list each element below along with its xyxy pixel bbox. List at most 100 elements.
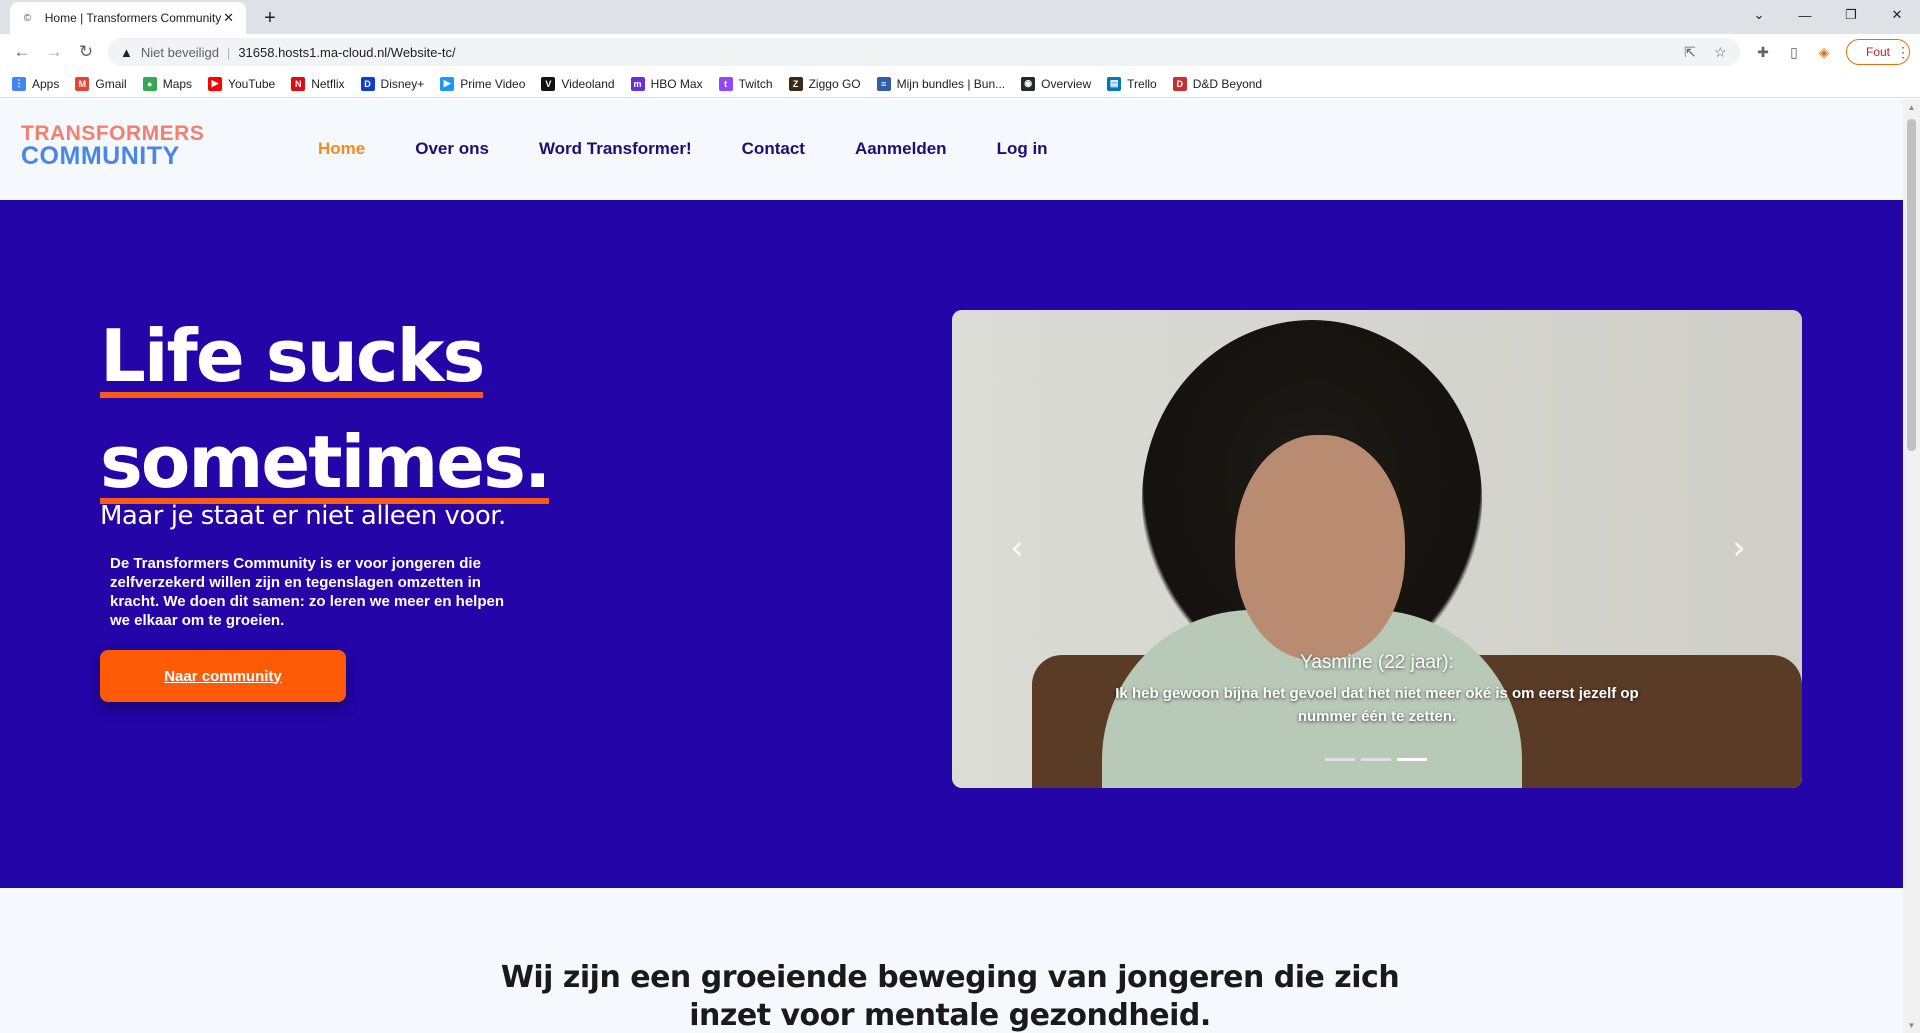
browser-tab[interactable]: © Home | Transformers Community ✕: [10, 2, 246, 34]
bundles-icon: ≡: [876, 76, 891, 91]
scrollbar-thumb[interactable]: [1907, 119, 1916, 451]
carousel-indicator-2[interactable]: [1361, 758, 1391, 761]
prime-video-icon: ▶: [440, 76, 455, 91]
side-panel-icon[interactable]: ▯: [1783, 41, 1805, 63]
minimize-button[interactable]: —: [1782, 0, 1828, 30]
carousel-indicator-3[interactable]: [1397, 758, 1427, 761]
back-arrow-icon[interactable]: ←: [10, 40, 34, 64]
reload-icon[interactable]: ↻: [74, 40, 98, 64]
security-label[interactable]: Niet beveiligd: [141, 45, 219, 60]
bookmark-apps-grid[interactable]: ⋮ Apps: [12, 76, 60, 91]
carousel-indicators: [1325, 758, 1433, 761]
hero-subheadline: Maar je staat er niet alleen voor.: [100, 501, 506, 531]
ziggo-go-icon: Z: [788, 76, 803, 91]
carousel-next-chevron-icon[interactable]: ›: [1724, 528, 1754, 568]
address-bar[interactable]: ▲ Niet beveiligd | 31658.hosts1.ma-cloud…: [108, 38, 1740, 66]
github-icon: ◉: [1021, 76, 1036, 91]
url-text[interactable]: 31658.hosts1.ma-cloud.nl/Website-tc/: [238, 45, 455, 60]
twitch-icon: t: [718, 76, 733, 91]
hero-headline-line-1: Life sucks: [100, 314, 485, 398]
bookmark-label: Ziggo GO: [808, 76, 861, 91]
tab-title: Home | Transformers Community: [44, 11, 222, 25]
bookmark-trello[interactable]: ▤ Trello: [1107, 76, 1157, 91]
bookmark-hbo-max[interactable]: m HBO Max: [630, 76, 703, 91]
hbo-max-icon: m: [630, 76, 645, 91]
hero-headline-line-2: sometimes.: [100, 420, 551, 504]
tab-search-chevron-icon[interactable]: ⌄: [1736, 0, 1782, 30]
naar-community-button[interactable]: Naar community: [100, 650, 346, 702]
nav-home[interactable]: Home: [318, 139, 365, 159]
bookmark-label: HBO Max: [650, 76, 703, 91]
new-tab-button[interactable]: +: [256, 4, 284, 32]
bookmark-label: Apps: [32, 76, 60, 91]
bookmark-maps[interactable]: ● Maps: [142, 76, 193, 91]
scroll-down-arrow-icon[interactable]: ▼: [1903, 1017, 1920, 1033]
photo-face: [1235, 435, 1405, 660]
bookmark-label: Netflix: [311, 76, 345, 91]
videoland-icon: V: [541, 76, 556, 91]
bookmark-twitch[interactable]: t Twitch: [718, 76, 773, 91]
testimonial-carousel: ‹ › Yasmine (22 jaar): Ik heb gewoon bij…: [952, 310, 1802, 788]
bookmark-label: Prime Video: [460, 76, 526, 91]
bookmark-label: Twitch: [738, 76, 773, 91]
share-icon[interactable]: ⇱: [1684, 44, 1696, 61]
browser-tab-bar: © Home | Transformers Community ✕ + ⌄ — …: [0, 0, 1920, 34]
bookmark-label: Gmail: [95, 76, 127, 91]
warning-triangle-icon: ▲: [120, 44, 133, 60]
carousel-indicator-1[interactable]: [1325, 758, 1355, 761]
bookmark-bundles[interactable]: ≡ Mijn bundles | Bun...: [876, 76, 1006, 91]
bookmark-label: Maps: [162, 76, 193, 91]
scroll-up-arrow-icon[interactable]: ▲: [1903, 99, 1920, 115]
youtube-icon: ▶: [208, 76, 223, 91]
nav-log-in[interactable]: Log in: [997, 139, 1048, 159]
browser-toolbar: ← → ↻ ▲ Niet beveiligd | 31658.hosts1.ma…: [0, 34, 1920, 70]
hero-body-text: De Transformers Community is er voor jon…: [110, 555, 504, 629]
bookmark-gmail[interactable]: M Gmail: [75, 76, 127, 91]
bookmark-ziggo-go[interactable]: Z Ziggo GO: [788, 76, 861, 91]
logo-line-2: COMMUNITY: [21, 142, 180, 170]
bookmark-star-icon[interactable]: ☆: [1714, 44, 1727, 61]
bookmark-disney[interactable]: D Disney+: [360, 76, 424, 91]
site-favicon-icon: ©: [23, 12, 32, 24]
nav-word-transformer[interactable]: Word Transformer!: [539, 139, 692, 159]
nav-over-ons[interactable]: Over ons: [415, 139, 489, 159]
bookmark-label: YouTube: [228, 76, 276, 91]
bookmark-label: Trello: [1127, 76, 1157, 91]
browser-menu-icon[interactable]: ⋮: [1892, 41, 1914, 63]
extensions-puzzle-icon[interactable]: ✚: [1752, 41, 1774, 63]
carousel-prev-chevron-icon[interactable]: ‹: [1002, 528, 1032, 568]
carousel-caption-quote: Ik heb gewoon bijna het gevoel dat het n…: [1115, 685, 1639, 725]
trello-icon: ▤: [1107, 76, 1122, 91]
bookmark-youtube[interactable]: ▶ YouTube: [208, 76, 276, 91]
bookmark-label: Videoland: [561, 76, 615, 91]
tab-close-icon[interactable]: ✕: [221, 10, 236, 26]
close-window-button[interactable]: ✕: [1874, 0, 1920, 30]
bookmark-label: Mijn bundles | Bun...: [896, 76, 1006, 91]
page-viewport: TRANSFORMERS COMMUNITY Home Over ons Wor…: [0, 99, 1920, 1033]
apps-grid-icon: ⋮: [12, 76, 26, 91]
section-title: Wij zijn een groeiende beweging van jong…: [500, 960, 1400, 1033]
bookmark-dnd-beyond[interactable]: D D&D Beyond: [1172, 76, 1263, 91]
bookmark-netflix[interactable]: N Netflix: [291, 76, 345, 91]
brave-shield-icon[interactable]: ◈: [1813, 41, 1835, 63]
bookmark-github[interactable]: ◉ Overview: [1021, 76, 1092, 91]
netflix-icon: N: [291, 76, 306, 91]
bookmark-videoland[interactable]: V Videoland: [541, 76, 615, 91]
site-logo[interactable]: TRANSFORMERS COMMUNITY: [21, 123, 204, 170]
hero-headline: Life sucks sometimes.: [100, 308, 551, 510]
carousel-caption-name: Yasmine (22 jaar):: [1300, 652, 1454, 673]
page-scrollbar[interactable]: ▲ ▼: [1903, 99, 1920, 1033]
address-separator: |: [226, 44, 231, 60]
restore-button[interactable]: ❐: [1828, 0, 1874, 30]
forward-arrow-icon[interactable]: →: [42, 40, 66, 64]
nav-aanmelden[interactable]: Aanmelden: [855, 139, 947, 159]
disney-icon: D: [360, 76, 375, 91]
bookmark-prime-video[interactable]: ▶ Prime Video: [440, 76, 526, 91]
nav-contact[interactable]: Contact: [742, 139, 805, 159]
bookmark-label: Overview: [1041, 76, 1092, 91]
hero-section: Life sucks sometimes. Maar je staat er n…: [0, 200, 1903, 888]
gmail-icon: M: [75, 76, 90, 91]
maps-icon: ●: [142, 76, 157, 91]
bookmark-label: D&D Beyond: [1192, 76, 1263, 91]
dnd-beyond-icon: D: [1172, 76, 1187, 91]
